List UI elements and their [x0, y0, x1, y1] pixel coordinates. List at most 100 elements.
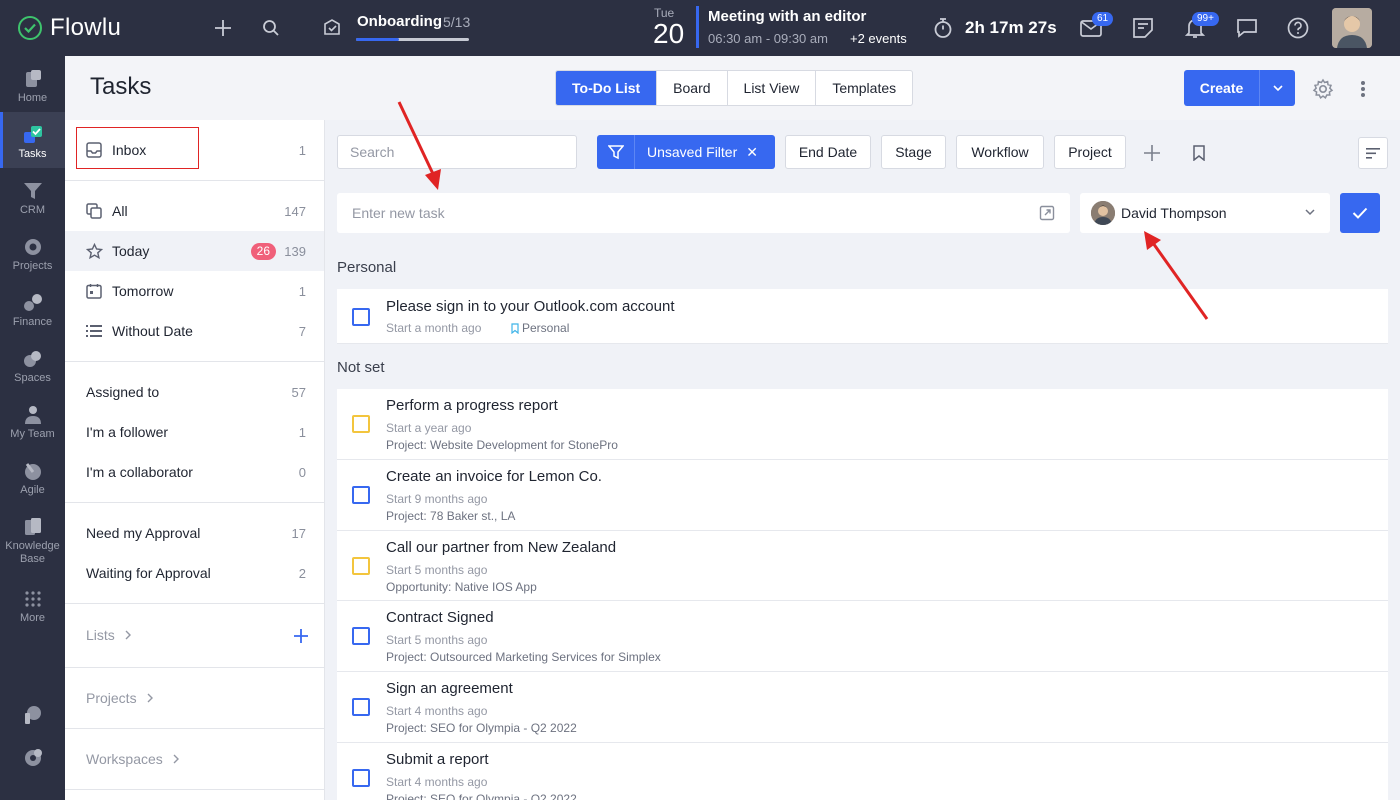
divider — [65, 180, 324, 181]
nav-finance[interactable]: Finance — [0, 280, 65, 336]
nav-projects[interactable]: Projects — [0, 224, 65, 280]
task-row[interactable]: Sign an agreement Start 4 months ago Pro… — [337, 672, 1388, 743]
help-icon[interactable] — [1286, 16, 1310, 40]
nav-label: Agile — [20, 484, 45, 496]
search-input[interactable]: Search — [337, 135, 577, 169]
sidebar-item-without-date[interactable]: Without Date 7 — [65, 311, 324, 351]
close-icon[interactable]: ✕ — [746, 144, 758, 161]
task-project[interactable]: Project: 78 Baker st., LA — [386, 509, 515, 523]
assignee-select[interactable]: David Thompson — [1080, 193, 1330, 233]
stopwatch-icon[interactable] — [932, 16, 954, 40]
task-project[interactable]: Project: SEO for Olympia - Q2 2022 — [386, 792, 577, 800]
search-icon[interactable] — [260, 17, 282, 39]
sidebar-section-projects[interactable]: Projects — [86, 690, 153, 706]
task-row[interactable]: Submit a report Start 4 months ago Proje… — [337, 743, 1388, 800]
task-start: Start 5 months ago — [386, 563, 488, 577]
task-title[interactable]: Contract Signed — [386, 609, 494, 626]
task-checkbox[interactable] — [352, 769, 370, 787]
task-checkbox[interactable] — [352, 308, 370, 326]
onboarding-label[interactable]: Onboarding — [357, 13, 442, 30]
task-project[interactable]: Project: Website Development for StonePr… — [386, 438, 618, 452]
filter-project[interactable]: Project — [1054, 135, 1126, 169]
create-dropdown-button[interactable] — [1260, 70, 1295, 106]
task-checkbox[interactable] — [352, 557, 370, 575]
divider — [65, 502, 324, 503]
task-project[interactable]: Project: Outsourced Marketing Services f… — [386, 650, 661, 664]
filter-end-date[interactable]: End Date — [785, 135, 871, 169]
sidebar-item-need-approval[interactable]: Need my Approval 17 — [65, 513, 324, 553]
sort-button[interactable] — [1358, 137, 1388, 169]
create-button[interactable]: Create — [1184, 70, 1260, 106]
nav-spaces[interactable]: Spaces — [0, 336, 65, 392]
active-filter-chip[interactable]: Unsaved Filter ✕ — [597, 135, 775, 169]
onboarding-icon[interactable] — [320, 15, 344, 39]
nav-more[interactable]: More — [0, 576, 65, 632]
new-task-input[interactable]: Enter new task — [337, 193, 1070, 233]
event-title[interactable]: Meeting with an editor — [708, 8, 866, 25]
task-row[interactable]: Perform a progress report Start a year a… — [337, 389, 1388, 460]
group-label-not-set: Not set — [337, 359, 385, 376]
tab-board[interactable]: Board — [657, 71, 728, 105]
task-title[interactable]: Create an invoice for Lemon Co. — [386, 468, 602, 485]
task-row[interactable]: Create an invoice for Lemon Co. Start 9 … — [337, 460, 1388, 531]
task-title[interactable]: Call our partner from New Zealand — [386, 539, 616, 556]
support-icon[interactable] — [21, 703, 45, 727]
task-project[interactable]: Project: SEO for Olympia - Q2 2022 — [386, 721, 577, 735]
sidebar-item-follower[interactable]: I'm a follower 1 — [65, 412, 324, 452]
sidebar-section-lists[interactable]: Lists — [86, 627, 131, 643]
notes-icon[interactable] — [1131, 16, 1155, 40]
add-filter-icon[interactable] — [1142, 143, 1162, 163]
task-title[interactable]: Please sign in to your Outlook.com accou… — [386, 298, 675, 315]
gear-icon[interactable] — [1311, 77, 1335, 101]
task-title[interactable]: Perform a progress report — [386, 397, 558, 414]
more-vertical-icon[interactable] — [1353, 77, 1373, 101]
nav-tasks[interactable]: Tasks — [0, 112, 65, 168]
chevron-down-icon — [1305, 209, 1315, 216]
task-checkbox[interactable] — [352, 486, 370, 504]
sidebar-item-count: 0 — [298, 464, 306, 480]
task-checkbox[interactable] — [352, 698, 370, 716]
app-logo[interactable]: Flowlu — [18, 13, 121, 43]
tab-templates[interactable]: Templates — [816, 71, 912, 105]
nav-crm[interactable]: CRM — [0, 168, 65, 224]
sidebar-item-tomorrow[interactable]: Tomorrow 1 — [65, 271, 324, 311]
chat-icon[interactable] — [1235, 16, 1259, 40]
task-row[interactable]: Call our partner from New Zealand Start … — [337, 531, 1388, 601]
filter-stage[interactable]: Stage — [881, 135, 946, 169]
nav-agile[interactable]: Agile — [0, 448, 65, 504]
nav-my-team[interactable]: My Team — [0, 392, 65, 448]
user-avatar[interactable] — [1332, 8, 1372, 48]
add-list-icon[interactable] — [292, 627, 310, 645]
sidebar-item-all[interactable]: All 147 — [65, 191, 324, 231]
task-checkbox[interactable] — [352, 627, 370, 645]
timer-value[interactable]: 2h 17m 27s — [965, 18, 1057, 38]
task-row[interactable]: Contract Signed Start 5 months ago Proje… — [337, 601, 1388, 672]
assignee-name: David Thompson — [1121, 205, 1227, 221]
task-opportunity[interactable]: Opportunity: Native IOS App — [386, 580, 537, 594]
task-row[interactable]: Please sign in to your Outlook.com accou… — [337, 289, 1388, 344]
task-checkbox[interactable] — [352, 415, 370, 433]
sidebar-item-today[interactable]: Today 26 139 — [65, 231, 324, 271]
calendar-icon — [85, 282, 103, 300]
sidebar-item-assigned-to[interactable]: Assigned to 57 — [65, 372, 324, 412]
tab-to-do-list[interactable]: To-Do List — [556, 71, 658, 105]
divider — [65, 789, 324, 790]
chevron-right-icon — [173, 754, 179, 764]
open-external-icon[interactable] — [1039, 205, 1055, 221]
bookmark-icon[interactable] — [1189, 143, 1209, 163]
task-title[interactable]: Sign an agreement — [386, 680, 513, 697]
settings-gear-icon[interactable] — [21, 746, 45, 770]
sidebar-item-waiting-approval[interactable]: Waiting for Approval 2 — [65, 553, 324, 593]
tab-list-view[interactable]: List View — [728, 71, 817, 105]
calendar-day[interactable]: 20 — [653, 18, 684, 50]
sidebar-item-label: All — [112, 203, 128, 219]
filter-workflow[interactable]: Workflow — [956, 135, 1044, 169]
more-events-link[interactable]: +2 events — [850, 31, 907, 46]
add-icon[interactable] — [212, 17, 234, 39]
sidebar-section-workspaces[interactable]: Workspaces — [86, 751, 179, 767]
add-task-button[interactable] — [1340, 193, 1380, 233]
nav-knowledge-base[interactable]: Knowledge Base — [0, 504, 65, 566]
sidebar-item-collaborator[interactable]: I'm a collaborator 0 — [65, 452, 324, 492]
nav-home[interactable]: Home — [0, 56, 65, 112]
task-title[interactable]: Submit a report — [386, 751, 489, 768]
